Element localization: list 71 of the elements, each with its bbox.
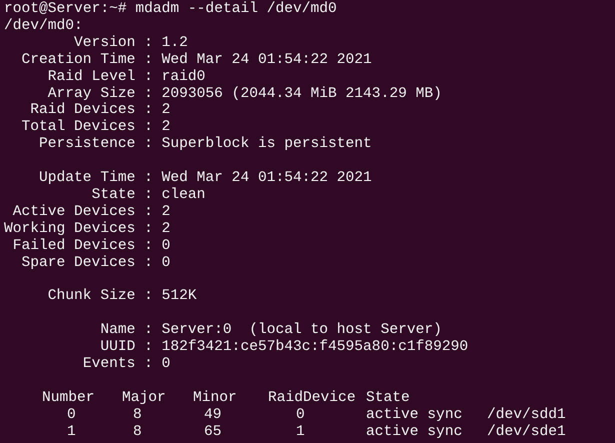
field-separator: : xyxy=(144,220,153,238)
field-separator: : xyxy=(144,86,153,102)
field-separator: : xyxy=(144,204,153,221)
field-separator: : xyxy=(144,322,153,340)
field-value: 2 xyxy=(162,119,170,136)
table-cell: 65 xyxy=(204,424,222,440)
field-label: Total Devices xyxy=(20,119,136,136)
field-value: Superblock is persistent xyxy=(162,136,372,154)
field-label: Failed Devices xyxy=(12,238,136,255)
field-separator: : xyxy=(144,288,153,306)
field-separator: : xyxy=(144,34,153,52)
table-cell: 8 xyxy=(133,406,142,423)
column-header: RaidDevice xyxy=(268,390,356,406)
field-label: Persistence xyxy=(38,136,136,154)
field-label: Events xyxy=(82,356,136,373)
field-label: Creation Time xyxy=(20,52,136,69)
field-label: UUID xyxy=(99,339,136,356)
table-cell: active sync xyxy=(366,424,462,440)
field-value: 2 xyxy=(162,220,170,238)
table-cell: /dev/sde1 xyxy=(487,424,566,440)
device-header: /dev/md0: xyxy=(4,18,83,34)
field-separator: : xyxy=(144,186,153,204)
field-value: 2093056 (2044.34 MiB 2143.29 MB) xyxy=(162,86,442,102)
field-label: Active Devices xyxy=(12,204,136,221)
field-separator: : xyxy=(144,339,153,356)
field-label: Working Devices xyxy=(4,220,136,238)
field-separator: : xyxy=(144,52,153,69)
field-value: 182f3421:ce57b43c:f4595a80:c1f89290 xyxy=(162,339,468,356)
field-value: 0 xyxy=(162,356,170,373)
column-header: State xyxy=(366,390,410,406)
field-separator: : xyxy=(144,254,153,272)
field-value: 2 xyxy=(162,204,170,221)
field-value: clean xyxy=(162,186,206,204)
field-value: Wed Mar 24 01:54:22 2021 xyxy=(162,170,372,187)
table-cell: active sync xyxy=(366,406,462,423)
field-value: Wed Mar 24 01:54:22 2021 xyxy=(162,52,372,69)
field-separator: : xyxy=(144,136,153,154)
field-separator: : xyxy=(144,238,153,255)
table-cell: 1 xyxy=(296,424,305,440)
table-cell: 0 xyxy=(296,406,305,423)
field-value: 0 xyxy=(162,238,170,255)
field-value: 1.2 xyxy=(162,34,188,52)
field-separator: : xyxy=(144,119,153,136)
field-label: Raid Devices xyxy=(29,102,136,119)
field-label: Name xyxy=(99,322,136,340)
field-separator: : xyxy=(144,102,153,120)
field-label: Spare Devices xyxy=(20,254,136,272)
field-value: 0 xyxy=(162,254,170,272)
column-header: Minor xyxy=(193,390,237,406)
field-label: State xyxy=(90,186,136,204)
table-cell: 0 xyxy=(67,406,76,423)
shell-prompt: root@Server:~# xyxy=(4,1,127,18)
table-cell: /dev/sdd1 xyxy=(487,406,566,423)
field-value: Server:0 (local to host Server) xyxy=(162,322,442,339)
field-separator: : xyxy=(144,68,153,86)
field-label: Array Size xyxy=(46,86,136,102)
field-label: Update Time xyxy=(38,170,136,187)
field-separator: : xyxy=(144,170,153,187)
field-label: Raid Level xyxy=(46,68,136,86)
field-value: raid0 xyxy=(162,68,206,86)
table-cell: 8 xyxy=(133,424,142,440)
field-value: 2 xyxy=(162,102,170,120)
field-separator: : xyxy=(144,356,153,373)
table-cell: 1 xyxy=(67,424,76,440)
field-label: Chunk Size xyxy=(46,288,136,306)
column-header: Number xyxy=(42,390,95,406)
field-value: 512K xyxy=(162,288,197,306)
field-label: Version xyxy=(73,34,136,52)
command-text: mdadm --detail /dev/md0 xyxy=(135,1,337,18)
table-cell: 49 xyxy=(204,406,222,423)
column-header: Major xyxy=(122,390,166,406)
